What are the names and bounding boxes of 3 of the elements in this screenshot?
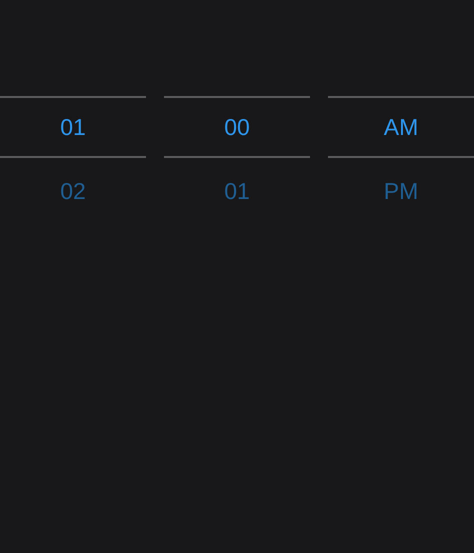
selected-value[interactable]: AM — [328, 96, 474, 158]
selected-value[interactable]: 00 — [164, 96, 310, 158]
selected-value[interactable]: 01 — [0, 96, 146, 158]
